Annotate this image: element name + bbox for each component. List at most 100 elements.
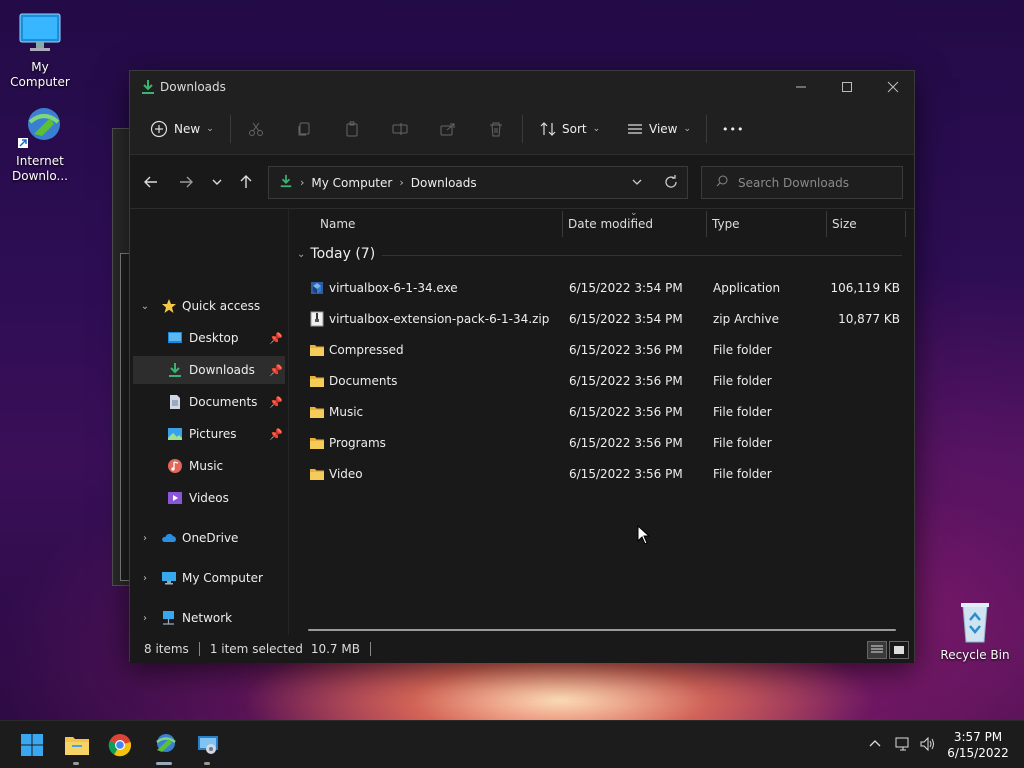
search-box[interactable]: Search Downloads <box>701 166 903 199</box>
file-name: Documents <box>329 374 398 388</box>
taskbar-file-explorer[interactable] <box>61 729 93 765</box>
nav-item-pictures[interactable]: Pictures 📌 <box>133 420 285 448</box>
show-hidden-icons-button[interactable] <box>864 733 886 755</box>
file-name: Music <box>329 405 364 419</box>
rename-button[interactable] <box>392 103 408 155</box>
clock[interactable]: 3:57 PM 6/15/2022 <box>940 729 1016 761</box>
nav-label: Pictures <box>189 427 237 441</box>
sort-button[interactable]: Sort ⌄ <box>540 103 600 155</box>
breadcrumb-my-computer[interactable]: My Computer <box>311 176 392 190</box>
file-row[interactable]: virtualbox-6-1-34.exe 6/15/2022 3:54 PM Ap… <box>290 273 910 304</box>
volume-button[interactable] <box>917 733 939 755</box>
recent-locations-button[interactable] <box>205 170 229 194</box>
desktop-icon-my-computer[interactable]: My Computer <box>0 10 80 90</box>
speaker-icon <box>920 737 934 751</box>
file-date-modified: 6/15/2022 3:56 PM <box>569 343 683 357</box>
forward-button[interactable] <box>174 170 198 194</box>
group-divider <box>382 255 902 256</box>
nav-my-computer[interactable]: › My Computer <box>133 564 285 592</box>
refresh-button[interactable] <box>664 175 678 192</box>
exe-icon <box>309 280 325 296</box>
more-options-icon: ••• <box>722 122 745 136</box>
file-name: Programs <box>329 436 386 450</box>
arrow-right-icon <box>180 176 193 188</box>
taskbar-internet-download-manager[interactable] <box>148 729 180 765</box>
column-divider[interactable] <box>706 211 707 237</box>
tiles-view-button[interactable] <box>889 641 909 659</box>
paste-button[interactable] <box>344 103 360 155</box>
new-label: New <box>174 122 201 136</box>
desktop-icon <box>167 330 183 346</box>
chevron-right-icon: › <box>143 612 147 624</box>
taskbar-chrome[interactable] <box>104 729 136 761</box>
recycle-bin-icon <box>951 598 999 646</box>
column-header-size[interactable]: Size <box>832 209 857 239</box>
column-header-name[interactable]: Name <box>320 209 355 239</box>
nav-item-documents[interactable]: Documents 📌 <box>133 388 285 416</box>
nav-network[interactable]: › Network <box>133 604 285 632</box>
column-divider[interactable] <box>562 211 563 237</box>
title-bar[interactable]: Downloads <box>130 71 914 103</box>
taskbar-control-panel[interactable] <box>192 729 224 765</box>
nav-label: Quick access <box>182 299 261 313</box>
file-row[interactable]: virtualbox-extension-pack-6-1-34.zip 6/15… <box>290 304 910 335</box>
minimize-button[interactable] <box>778 71 824 103</box>
nav-quick-access[interactable]: ⌄ Quick access <box>133 292 285 320</box>
folder-icon <box>309 404 325 420</box>
file-date-modified: 6/15/2022 3:56 PM <box>569 467 683 481</box>
column-header-date-modified[interactable]: Date modified ⌄ <box>568 208 653 239</box>
cut-button[interactable] <box>248 103 264 155</box>
star-icon <box>161 298 177 314</box>
file-row[interactable]: Music 6/15/2022 3:56 PM File folder <box>290 397 910 428</box>
folder-icon <box>309 373 325 389</box>
nav-onedrive[interactable]: › OneDrive <box>133 524 285 552</box>
desktop-icon-internet-download-manager[interactable]: Internet Downlo... <box>0 104 80 184</box>
delete-button[interactable] <box>488 103 504 155</box>
breadcrumb-separator-icon: › <box>399 176 404 189</box>
clock-date: 6/15/2022 <box>947 746 1009 760</box>
videos-icon <box>167 490 183 506</box>
group-header-today[interactable]: ⌄ Today (7) <box>290 243 375 265</box>
start-button[interactable] <box>16 729 48 761</box>
view-button[interactable]: View ⌄ <box>627 103 691 155</box>
address-bar[interactable]: › My Computer › Downloads <box>268 166 688 199</box>
status-divider <box>198 642 200 656</box>
details-view-button[interactable] <box>867 641 887 659</box>
pane-divider[interactable] <box>288 209 289 635</box>
address-dropdown-button[interactable] <box>631 176 643 191</box>
desktop-icon-recycle-bin[interactable]: Recycle Bin <box>935 598 1015 663</box>
nav-label: Downloads <box>189 363 255 377</box>
column-divider[interactable] <box>826 211 827 237</box>
chevron-right-icon: › <box>143 572 147 584</box>
file-name: Compressed <box>329 343 404 357</box>
file-type: zip Archive <box>713 312 779 326</box>
nav-item-videos[interactable]: Videos <box>133 484 285 512</box>
column-divider[interactable] <box>905 211 906 237</box>
copy-button[interactable] <box>296 103 312 155</box>
network-status-button[interactable] <box>892 733 914 755</box>
file-row[interactable]: Compressed 6/15/2022 3:56 PM File folder <box>290 335 910 366</box>
close-button[interactable] <box>870 71 916 103</box>
back-button[interactable] <box>139 170 163 194</box>
file-row[interactable]: Programs 6/15/2022 3:56 PM File folder <box>290 428 910 459</box>
nav-item-desktop[interactable]: Desktop 📌 <box>133 324 285 352</box>
column-header-type[interactable]: Type <box>712 209 740 239</box>
trash-icon <box>490 122 502 137</box>
breadcrumb-downloads[interactable]: Downloads <box>411 176 477 190</box>
file-row[interactable]: Video 6/15/2022 3:56 PM File folder <box>290 459 910 490</box>
share-button[interactable] <box>440 103 456 155</box>
file-row[interactable]: Documents 6/15/2022 3:56 PM File folder <box>290 366 910 397</box>
up-button[interactable] <box>234 170 258 194</box>
file-type: File folder <box>713 405 772 419</box>
new-button[interactable]: New ⌄ <box>150 103 214 155</box>
file-explorer-window[interactable]: Downloads New ⌄ Sort ⌄ View ⌄ ••• › My C… <box>129 70 915 663</box>
maximize-button[interactable] <box>824 71 870 103</box>
nav-item-downloads[interactable]: Downloads 📌 <box>133 356 285 384</box>
window-title: Downloads <box>160 80 226 94</box>
more-options-button[interactable]: ••• <box>722 103 744 155</box>
sort-indicator-icon: ⌄ <box>630 208 638 218</box>
nav-item-music[interactable]: Music <box>133 452 285 480</box>
file-date-modified: 6/15/2022 3:56 PM <box>569 374 683 388</box>
horizontal-scrollbar[interactable] <box>308 629 896 631</box>
arrow-left-icon <box>144 176 157 188</box>
